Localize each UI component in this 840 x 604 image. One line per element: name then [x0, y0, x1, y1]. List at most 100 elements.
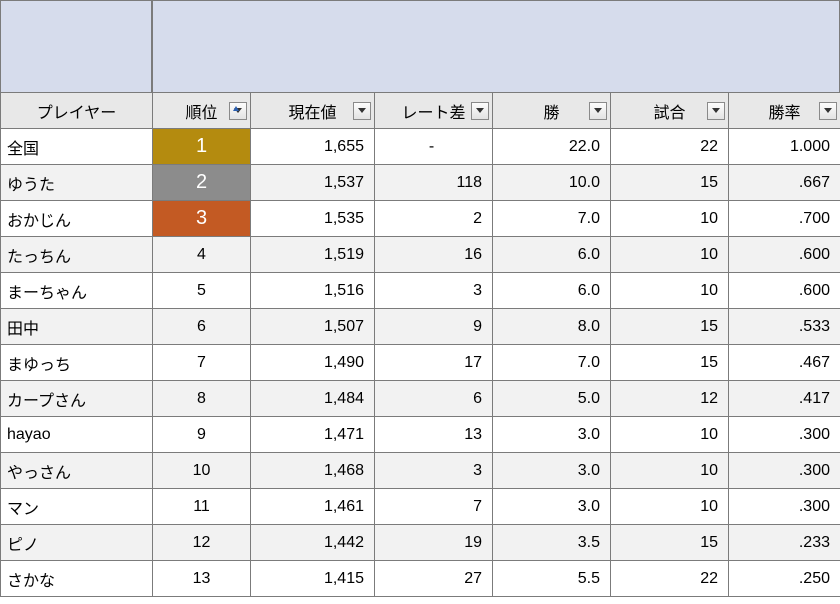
cell-player[interactable]: 全国 [1, 129, 153, 165]
cell-rank[interactable]: 8 [153, 381, 251, 417]
cell-value[interactable]: 1,461 [251, 489, 375, 525]
filter-dropdown-icon[interactable] [819, 102, 837, 120]
filter-dropdown-icon[interactable] [707, 102, 725, 120]
cell-rank[interactable]: 9 [153, 417, 251, 453]
cell-wins[interactable]: 5.0 [493, 381, 611, 417]
cell-rank[interactable]: 6 [153, 309, 251, 345]
cell-diff[interactable]: 9 [375, 309, 493, 345]
cell-rate[interactable]: 1.000 [729, 129, 840, 165]
cell-wins[interactable]: 3.0 [493, 417, 611, 453]
cell-games[interactable]: 15 [611, 165, 729, 201]
cell-rank[interactable]: 11 [153, 489, 251, 525]
cell-rank[interactable]: 7 [153, 345, 251, 381]
cell-rank[interactable]: 13 [153, 561, 251, 597]
cell-rate[interactable]: .600 [729, 237, 840, 273]
cell-player[interactable]: マン [1, 489, 153, 525]
cell-games[interactable]: 15 [611, 345, 729, 381]
col-header-games[interactable]: 試合 [611, 93, 729, 129]
cell-rank[interactable]: 4 [153, 237, 251, 273]
cell-value[interactable]: 1,535 [251, 201, 375, 237]
cell-player[interactable]: カープさん [1, 381, 153, 417]
cell-value[interactable]: 1,519 [251, 237, 375, 273]
cell-player[interactable]: ゆうた [1, 165, 153, 201]
cell-diff[interactable]: 16 [375, 237, 493, 273]
cell-player[interactable]: まゆっち [1, 345, 153, 381]
cell-rate[interactable]: .467 [729, 345, 840, 381]
cell-player[interactable]: おかじん [1, 201, 153, 237]
filter-dropdown-icon[interactable] [589, 102, 607, 120]
cell-value[interactable]: 1,442 [251, 525, 375, 561]
cell-wins[interactable]: 3.5 [493, 525, 611, 561]
cell-value[interactable]: 1,507 [251, 309, 375, 345]
cell-diff[interactable]: 3 [375, 453, 493, 489]
cell-games[interactable]: 10 [611, 237, 729, 273]
cell-value[interactable]: 1,537 [251, 165, 375, 201]
cell-wins[interactable]: 7.0 [493, 345, 611, 381]
cell-games[interactable]: 12 [611, 381, 729, 417]
cell-rank[interactable]: 1 [153, 129, 251, 165]
cell-value[interactable]: 1,484 [251, 381, 375, 417]
cell-games[interactable]: 10 [611, 489, 729, 525]
cell-diff[interactable]: 118 [375, 165, 493, 201]
cell-wins[interactable]: 7.0 [493, 201, 611, 237]
cell-rate[interactable]: .533 [729, 309, 840, 345]
cell-wins[interactable]: 5.5 [493, 561, 611, 597]
cell-diff[interactable]: 7 [375, 489, 493, 525]
cell-games[interactable]: 10 [611, 417, 729, 453]
cell-wins[interactable]: 3.0 [493, 489, 611, 525]
cell-diff[interactable]: 2 [375, 201, 493, 237]
cell-rate[interactable]: .300 [729, 489, 840, 525]
cell-value[interactable]: 1,471 [251, 417, 375, 453]
filter-dropdown-icon[interactable] [353, 102, 371, 120]
cell-diff[interactable]: 6 [375, 381, 493, 417]
cell-rate[interactable]: .300 [729, 453, 840, 489]
cell-wins[interactable]: 6.0 [493, 237, 611, 273]
cell-games[interactable]: 10 [611, 453, 729, 489]
cell-rank[interactable]: 10 [153, 453, 251, 489]
cell-games[interactable]: 22 [611, 129, 729, 165]
cell-rate[interactable]: .600 [729, 273, 840, 309]
cell-games[interactable]: 15 [611, 525, 729, 561]
cell-diff[interactable]: 27 [375, 561, 493, 597]
cell-value[interactable]: 1,490 [251, 345, 375, 381]
col-header-player[interactable]: プレイヤー [1, 93, 153, 129]
cell-player[interactable]: 田中 [1, 309, 153, 345]
cell-rank[interactable]: 12 [153, 525, 251, 561]
cell-value[interactable]: 1,516 [251, 273, 375, 309]
cell-player[interactable]: やっさん [1, 453, 153, 489]
cell-rank[interactable]: 2 [153, 165, 251, 201]
col-header-wins[interactable]: 勝 [493, 93, 611, 129]
cell-diff[interactable]: - [375, 129, 493, 165]
cell-wins[interactable]: 10.0 [493, 165, 611, 201]
col-header-value[interactable]: 現在値 [251, 93, 375, 129]
filter-sort-icon[interactable] [229, 102, 247, 120]
cell-diff[interactable]: 13 [375, 417, 493, 453]
cell-value[interactable]: 1,468 [251, 453, 375, 489]
cell-rate[interactable]: .233 [729, 525, 840, 561]
cell-diff[interactable]: 17 [375, 345, 493, 381]
cell-value[interactable]: 1,655 [251, 129, 375, 165]
cell-player[interactable]: ピノ [1, 525, 153, 561]
cell-games[interactable]: 10 [611, 273, 729, 309]
col-header-diff[interactable]: レート差 [375, 93, 493, 129]
col-header-rate[interactable]: 勝率 [729, 93, 840, 129]
cell-games[interactable]: 22 [611, 561, 729, 597]
cell-rate[interactable]: .417 [729, 381, 840, 417]
cell-wins[interactable]: 22.0 [493, 129, 611, 165]
cell-rank[interactable]: 5 [153, 273, 251, 309]
cell-wins[interactable]: 6.0 [493, 273, 611, 309]
cell-games[interactable]: 10 [611, 201, 729, 237]
cell-games[interactable]: 15 [611, 309, 729, 345]
cell-rate[interactable]: .700 [729, 201, 840, 237]
cell-player[interactable]: まーちゃん [1, 273, 153, 309]
cell-rate[interactable]: .300 [729, 417, 840, 453]
col-header-rank[interactable]: 順位 [153, 93, 251, 129]
cell-player[interactable]: hayao [1, 417, 153, 453]
cell-player[interactable]: たっちん [1, 237, 153, 273]
cell-diff[interactable]: 19 [375, 525, 493, 561]
cell-value[interactable]: 1,415 [251, 561, 375, 597]
cell-rate[interactable]: .667 [729, 165, 840, 201]
cell-rank[interactable]: 3 [153, 201, 251, 237]
cell-wins[interactable]: 8.0 [493, 309, 611, 345]
filter-dropdown-icon[interactable] [471, 102, 489, 120]
